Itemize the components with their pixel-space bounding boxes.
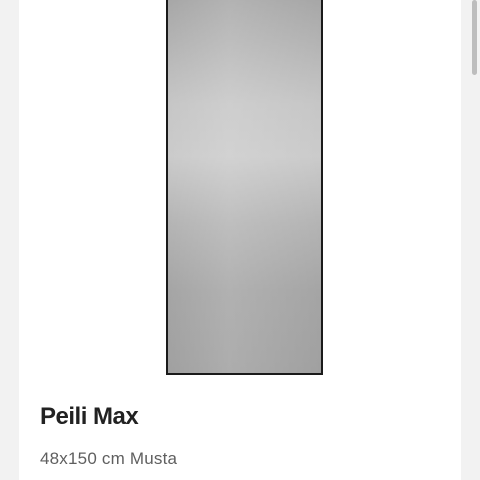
scrollbar[interactable] xyxy=(468,0,480,480)
product-image[interactable] xyxy=(166,0,323,375)
product-page: Peili Max 48x150 cm Musta xyxy=(0,0,480,480)
product-title[interactable]: Peili Max xyxy=(40,405,139,429)
scrollbar-thumb[interactable] xyxy=(472,0,477,75)
mirror-reflection xyxy=(168,0,321,373)
product-card[interactable]: Peili Max 48x150 cm Musta xyxy=(19,0,461,480)
product-subtitle: 48x150 cm Musta xyxy=(40,449,178,468)
